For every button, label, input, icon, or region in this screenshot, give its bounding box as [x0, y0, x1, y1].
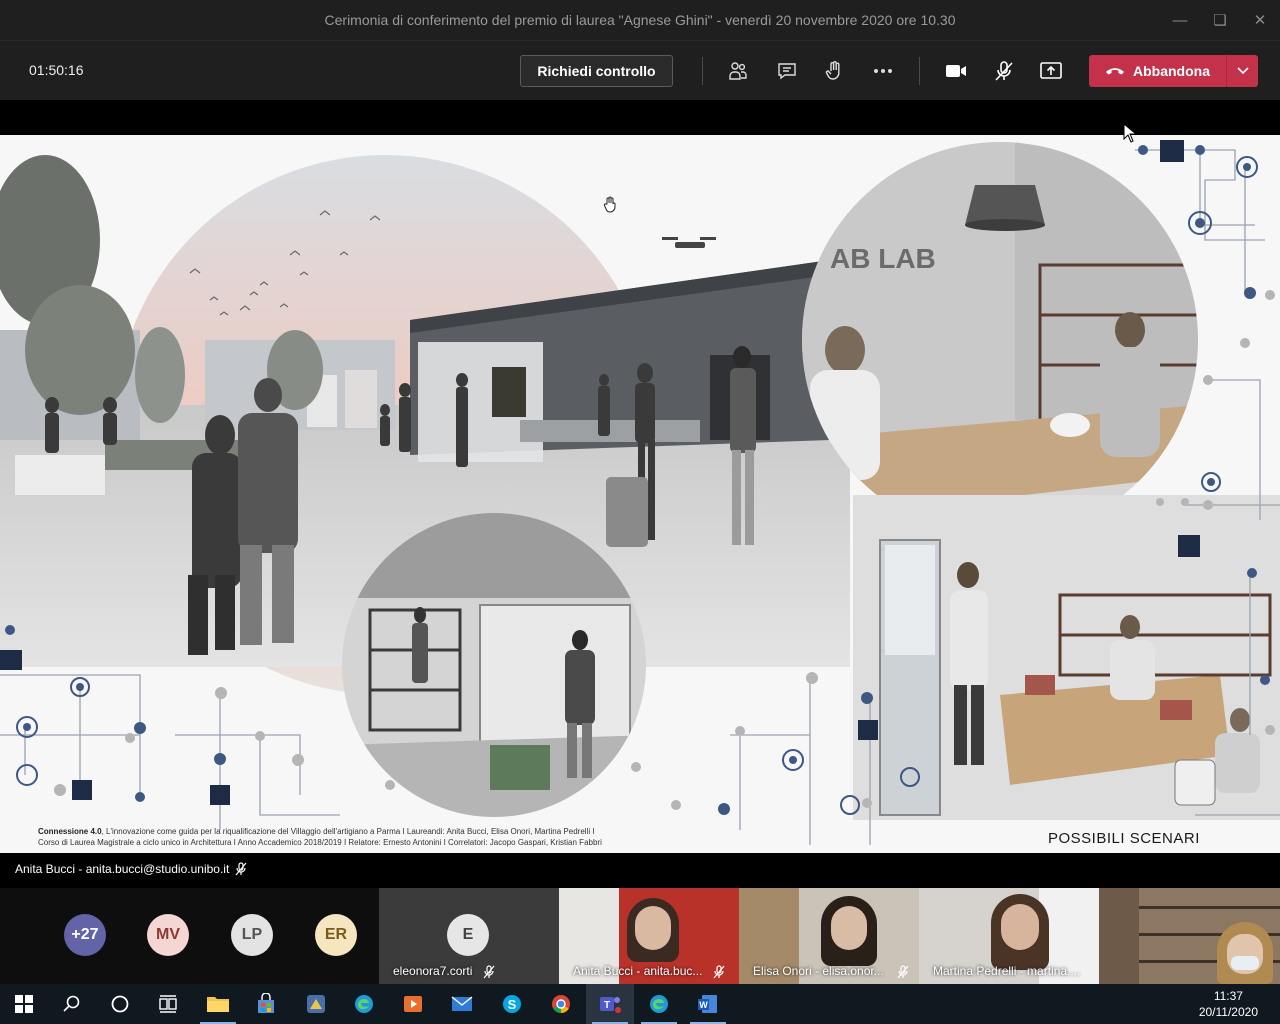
- svg-text:S: S: [508, 997, 517, 1012]
- leave-button[interactable]: Abbandona: [1089, 55, 1258, 87]
- task-view-icon[interactable]: [144, 984, 192, 1024]
- window-title: Cerimonia di conferimento del premio di …: [324, 12, 956, 28]
- avatar[interactable]: LP: [231, 914, 273, 956]
- edge-icon[interactable]: [635, 984, 683, 1024]
- fab-lab-scene: [802, 142, 1198, 538]
- video-face: [1001, 904, 1039, 950]
- overflow-participants-badge[interactable]: +27: [64, 914, 106, 956]
- cortana-icon[interactable]: [96, 984, 144, 1024]
- svg-text:W: W: [699, 1000, 708, 1010]
- windows-logo-icon: [15, 995, 33, 1013]
- shared-slide[interactable]: AB LAB Connessione 4.0, L'innovazione co…: [0, 135, 1280, 853]
- participants-icon[interactable]: [724, 57, 752, 85]
- grab-hand-icon: [603, 196, 616, 213]
- participants-strip: +27 MV LP ER E eleonora7.corti Anita Buc…: [0, 888, 1280, 984]
- search-icon[interactable]: [48, 984, 96, 1024]
- store-icon[interactable]: [242, 984, 290, 1024]
- video-face: [831, 906, 867, 950]
- slide-illustration: AB LAB: [0, 140, 1280, 845]
- title-bar: Cerimonia di conferimento del premio di …: [0, 0, 1280, 40]
- bench: [15, 455, 105, 495]
- leave-main[interactable]: Abbandona: [1089, 63, 1226, 79]
- microphone-muted-icon: [713, 965, 725, 979]
- leave-label: Abbandona: [1133, 63, 1210, 79]
- leave-options-chevron-down-icon[interactable]: [1226, 55, 1258, 87]
- window-controls: — ❏ ✕: [1160, 0, 1280, 40]
- face-mask: [1231, 956, 1259, 970]
- credits-line-1: , L'innovazione come guida per la riqual…: [101, 827, 595, 836]
- raise-hand-icon[interactable]: [820, 57, 848, 85]
- word-icon[interactable]: W: [684, 984, 732, 1024]
- share-screen-icon[interactable]: [1037, 57, 1065, 85]
- video-face: [635, 906, 671, 950]
- windows-taskbar: S T W 11:37 20/11/2020: [0, 984, 1280, 1024]
- clock-time: 11:37: [1213, 989, 1243, 1003]
- meeting-timer: 01:50:16: [29, 62, 84, 78]
- chat-icon[interactable]: [773, 57, 801, 85]
- skype-icon[interactable]: S: [488, 984, 536, 1024]
- shelf-line: [1139, 906, 1280, 909]
- toolbar-divider: [702, 57, 703, 85]
- participant-tile[interactable]: E eleonora7.corti: [379, 888, 559, 984]
- tree: [25, 285, 135, 415]
- close-icon[interactable]: ✕: [1240, 0, 1280, 40]
- slide-caption: POSSIBILI SCENARI: [1048, 830, 1200, 847]
- credits-line-2: Corso di Laurea Magistrale a ciclo unico…: [38, 838, 602, 847]
- restore-icon[interactable]: ❏: [1200, 0, 1240, 40]
- self-view-video-tile[interactable]: [1099, 888, 1280, 984]
- avatar[interactable]: ER: [315, 914, 357, 956]
- edge-icon[interactable]: [340, 984, 388, 1024]
- avatar[interactable]: MV: [147, 914, 189, 956]
- participant-video-tile[interactable]: Martina Pedrelli - martina....: [919, 888, 1099, 984]
- minimize-icon[interactable]: —: [1160, 0, 1200, 40]
- tree: [135, 327, 185, 423]
- participant-name: Anita Bucci - anita.buc...: [573, 964, 703, 978]
- participant-name: Elisa Onori - elisa.onor...: [753, 964, 884, 978]
- avatar: E: [447, 914, 489, 956]
- microphone-muted-icon: [483, 965, 495, 979]
- start-button[interactable]: [0, 984, 48, 1024]
- system-clock[interactable]: 11:37 20/11/2020: [1199, 988, 1258, 1020]
- microphone-muted-icon: [897, 965, 909, 979]
- info-panel: [345, 370, 377, 428]
- meeting-toolbar: 01:50:16 Richiedi controllo Abbandona: [0, 40, 1280, 100]
- kiosk-screen: [492, 367, 526, 417]
- suitcase: [606, 477, 648, 547]
- app-icon[interactable]: [292, 984, 340, 1024]
- credits-title: Connessione 4.0: [38, 827, 102, 836]
- participant-video-tile[interactable]: Anita Bucci - anita.buc...: [559, 888, 739, 984]
- chrome-icon[interactable]: [537, 984, 585, 1024]
- participant-video-tile[interactable]: Elisa Onori - elisa.onor...: [739, 888, 919, 984]
- microphone-muted-icon[interactable]: [990, 57, 1018, 85]
- studio-scene: [342, 513, 646, 817]
- shared-content-stage: AB LAB Connessione 4.0, L'innovazione co…: [0, 100, 1280, 860]
- microphone-muted-icon: [235, 862, 247, 876]
- mouse-cursor-icon: [1123, 123, 1137, 143]
- svg-text:T: T: [604, 1000, 610, 1011]
- presenter-name: Anita Bucci - anita.bucci@studio.unibo.i…: [15, 862, 230, 876]
- teams-icon[interactable]: T: [586, 984, 634, 1024]
- request-control-button[interactable]: Richiedi controllo: [520, 55, 673, 87]
- drone: [662, 237, 716, 248]
- toolbar-divider: [919, 57, 920, 85]
- presenter-label: Anita Bucci - anita.bucci@studio.unibo.i…: [15, 862, 247, 876]
- media-player-icon[interactable]: [389, 984, 437, 1024]
- camera-icon[interactable]: [942, 57, 970, 85]
- participant-name: Martina Pedrelli - martina....: [933, 964, 1081, 978]
- slide-credits: Connessione 4.0, L'innovazione come guid…: [38, 826, 618, 848]
- clock-date: 20/11/2020: [1198, 1005, 1258, 1019]
- participant-name: eleonora7.corti: [393, 964, 473, 978]
- more-options-icon[interactable]: [869, 57, 897, 85]
- hang-up-icon: [1106, 68, 1124, 75]
- mail-icon[interactable]: [438, 984, 486, 1024]
- fab-lab-sign: AB LAB: [830, 243, 936, 274]
- file-explorer-icon[interactable]: [194, 984, 242, 1024]
